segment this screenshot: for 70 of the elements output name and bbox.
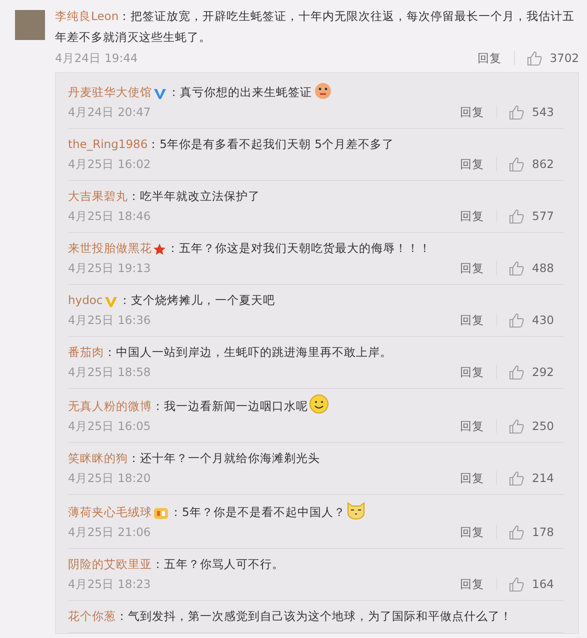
comment-time: 4月24日 19:44 <box>55 50 139 66</box>
thumbs-up-icon <box>509 260 524 276</box>
user-name[interactable]: hydoc <box>68 293 103 307</box>
user-name[interactable]: 花个你葱 <box>68 609 116 623</box>
reply-text: ：还十年？一个月就给你海滩剃光头 <box>128 451 320 465</box>
comment-time: 4月25日 18:20 <box>68 470 152 486</box>
reply-text: ：气到发抖，第一次感觉到自己该为这个地球，为了国际和平做点什么了！ <box>116 609 512 623</box>
reply-link[interactable]: 回复 <box>478 50 502 66</box>
avatar-photo <box>15 10 45 40</box>
thumbs-up-icon <box>509 524 524 540</box>
user-name[interactable]: 来世投胎做黑花 <box>68 241 152 255</box>
comment-text: 年差不多就消灭这些生蚝了。 <box>55 29 211 46</box>
like-button[interactable]: 577 <box>509 208 554 224</box>
reply-text: ：5年你是有多看不起我们天朝 5个月差不多了 <box>148 137 394 151</box>
comment-time: 4月25日 18:58 <box>68 364 152 380</box>
reply-link[interactable]: 回复 <box>460 312 484 328</box>
reply-link[interactable]: 回复 <box>460 470 484 486</box>
thumbs-up-icon <box>509 104 524 120</box>
reply-text: ：中国人一站到岸边，生蚝吓的跳进海里再不敢上岸。 <box>104 345 392 359</box>
reply-link[interactable]: 回复 <box>460 104 484 120</box>
comment-time: 4月25日 19:13 <box>68 260 152 276</box>
like-button[interactable]: 164 <box>509 576 554 592</box>
comment-time: 4月25日 21:06 <box>68 524 152 540</box>
like-button[interactable]: 178 <box>509 524 554 540</box>
like-button[interactable]: 488 <box>509 260 554 276</box>
thumbs-up-icon <box>509 418 524 434</box>
reply-text: ：真亏你想的出来生蚝签证 <box>168 85 312 99</box>
reply-link[interactable]: 回复 <box>460 418 484 434</box>
reply-link[interactable]: 回复 <box>460 576 484 592</box>
like-button[interactable]: 292 <box>509 364 554 380</box>
comment-time: 4月25日 16:36 <box>68 312 152 328</box>
reply-link[interactable]: 回复 <box>460 260 484 276</box>
reply-text: ：5年？你是不是看不起中国人？ <box>170 505 346 519</box>
like-button[interactable]: 862 <box>509 156 554 172</box>
comment-time: 4月25日 18:23 <box>68 576 152 592</box>
user-name[interactable]: 阴险的艾欧里亚 <box>68 557 152 571</box>
user-name[interactable]: 大吉果碧丸 <box>68 189 128 203</box>
comment-text: ：把签证放宽，开辟吃生蚝签证，十年内无限次往返，每次停留最长一个月，我估计五 <box>118 8 575 25</box>
user-name[interactable]: 番茄肉 <box>68 345 104 359</box>
thumbs-up-icon <box>509 156 524 172</box>
user-name[interactable]: 笑眯眯的狗 <box>68 451 128 465</box>
reply-text: ：五年？你骂人可不行。 <box>152 557 284 571</box>
user-name[interactable]: the_Ring1986 <box>68 137 148 151</box>
user-name[interactable]: 薄荷夹心毛绒球 <box>68 505 152 519</box>
reply-text: ：五年？你这是对我们天朝吃货最大的侮辱！！！ <box>167 241 431 255</box>
reply-link[interactable]: 回复 <box>460 524 484 540</box>
thumbs-up-icon <box>526 50 542 66</box>
like-button[interactable]: 214 <box>509 470 554 486</box>
comment-time: 4月25日 16:05 <box>68 418 152 434</box>
reply-link[interactable]: 回复 <box>460 364 484 380</box>
reply-text: ：吃半年就改立法保护了 <box>128 189 260 203</box>
thumbs-up-icon <box>509 208 524 224</box>
like-button[interactable]: 543 <box>509 104 554 120</box>
like-button[interactable]: 250 <box>509 418 554 434</box>
reply-link[interactable]: 回复 <box>460 208 484 224</box>
user-name[interactable]: 李纯良Leon <box>55 6 119 27</box>
thumbs-up-icon <box>509 364 524 380</box>
reply-text: ：支个烧烤摊儿，一个夏天吧 <box>118 293 275 307</box>
like-button[interactable]: 430 <box>509 312 554 328</box>
user-name[interactable]: 无真人粉的微博 <box>68 399 152 413</box>
user-name[interactable]: 丹麦驻华大使馆 <box>68 85 152 99</box>
like-button[interactable]: 3702 <box>526 50 579 66</box>
reply-text: ：我一边看新闻一边咽口水呢 <box>152 399 308 413</box>
comment-time: 4月25日 18:46 <box>68 208 152 224</box>
thumbs-up-icon <box>509 470 524 486</box>
comment-time: 4月25日 16:02 <box>68 156 152 172</box>
thumbs-up-icon <box>509 576 524 592</box>
reply-link[interactable]: 回复 <box>460 156 484 172</box>
comment-time: 4月24日 20:47 <box>68 104 152 120</box>
thumbs-up-icon <box>509 312 524 328</box>
